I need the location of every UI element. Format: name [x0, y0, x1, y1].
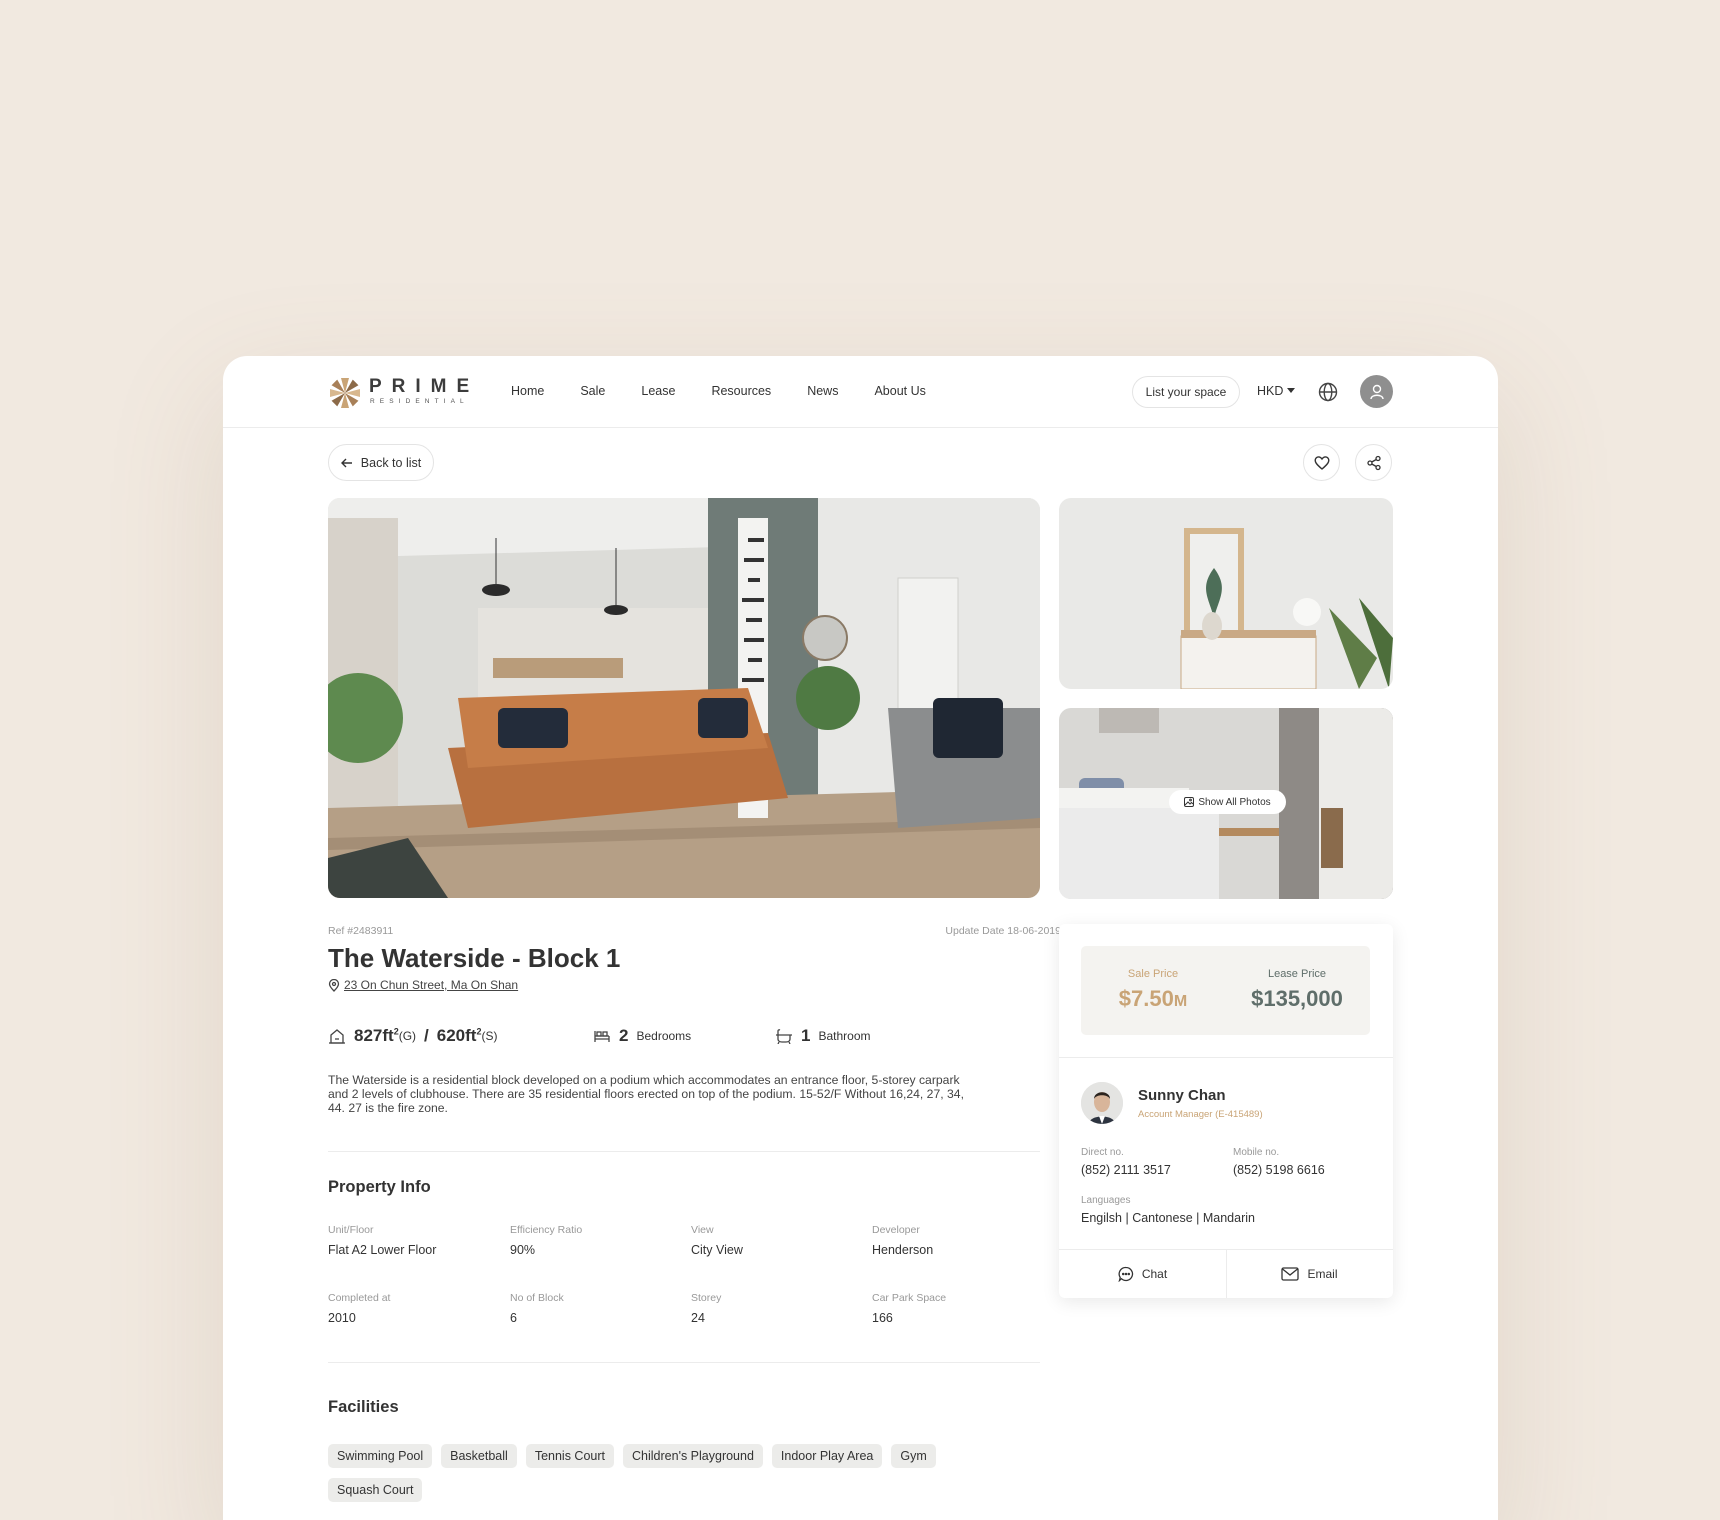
info-view: View City View: [691, 1224, 743, 1257]
logo-subtitle: RESIDENTIAL: [370, 398, 469, 405]
bathrooms-label: Bathroom: [818, 1029, 871, 1043]
facilities-heading: Facilities: [328, 1398, 399, 1416]
area-icon: [329, 1029, 345, 1044]
nav-item-resources[interactable]: Resources: [711, 384, 771, 398]
facility-tag: Indoor Play Area: [771, 1444, 883, 1468]
area-gross-unit: (G): [398, 1029, 417, 1043]
property-info-heading: Property Info: [328, 1178, 431, 1196]
caret-down-icon: [1287, 388, 1296, 393]
area-stat: 827ft2 (G) / 620ft2 (S): [328, 1026, 497, 1046]
card-divider: [1059, 1057, 1393, 1058]
area-separator: /: [424, 1026, 429, 1045]
property-address[interactable]: 23 On Chun Street, Ma On Shan: [328, 978, 518, 992]
lease-price: Lease Price $135,000: [1251, 968, 1343, 1011]
photo-sideboard[interactable]: [1059, 498, 1393, 689]
mobile-number: Mobile no. (852) 5198 6616: [1233, 1147, 1325, 1177]
address-link[interactable]: 23 On Chun Street, Ma On Shan: [344, 978, 518, 992]
info-unit-floor: Unit/Floor Flat A2 Lower Floor: [328, 1224, 437, 1257]
share-icon: [1366, 455, 1381, 470]
section-divider: [328, 1362, 1040, 1363]
facility-tag: Squash Court: [328, 1478, 423, 1502]
share-button[interactable]: [1355, 444, 1392, 481]
direct-number: Direct no. (852) 2111 3517: [1081, 1147, 1171, 1177]
location-pin-icon: [328, 978, 340, 992]
facility-tag: Children's Playground: [623, 1444, 763, 1468]
envelope-icon: [1281, 1266, 1300, 1281]
area-saleable-unit: (S): [481, 1029, 498, 1043]
facility-tag: Gym: [891, 1444, 936, 1468]
nav-item-lease[interactable]: Lease: [641, 384, 675, 398]
property-description: The Waterside is a residential block dev…: [328, 1073, 964, 1115]
main-photo-living-room[interactable]: [328, 498, 1040, 898]
bedrooms-label: Bedrooms: [636, 1029, 692, 1043]
facilities-list: Swimming Pool Basketball Tennis Court Ch…: [328, 1444, 968, 1502]
info-storey: Storey 24: [691, 1292, 722, 1325]
arrow-left-icon: [340, 458, 352, 467]
contact-card: Sale Price $7.50M Lease Price $135,000 S…: [1059, 924, 1393, 1298]
heart-icon: [1314, 456, 1329, 470]
info-completed-at: Completed at 2010: [328, 1292, 391, 1325]
top-navbar: PRIME RESIDENTIAL Home Sale Lease Resour…: [223, 356, 1498, 428]
nav-item-home[interactable]: Home: [511, 384, 544, 398]
email-label: Email: [1307, 1266, 1338, 1281]
show-all-photos-button[interactable]: Show All Photos: [1169, 790, 1286, 814]
info-no-of-block: No of Block 6: [510, 1292, 564, 1325]
bed-icon: [594, 1031, 610, 1042]
chat-button[interactable]: Chat: [1059, 1249, 1226, 1298]
bedrooms-stat: 2 Bedrooms: [593, 1026, 691, 1046]
facility-tag: Tennis Court: [525, 1444, 615, 1468]
brand-logo[interactable]: PRIME RESIDENTIAL: [328, 376, 469, 410]
back-to-list-button[interactable]: Back to list: [328, 444, 434, 481]
facility-tag: Basketball: [441, 1444, 517, 1468]
bedrooms-count: 2: [619, 1026, 629, 1045]
image-icon: [1184, 797, 1195, 807]
property-title: The Waterside - Block 1: [328, 943, 621, 973]
main-nav: Home Sale Lease Resources News About Us: [511, 384, 926, 398]
language-globe-icon[interactable]: [1316, 380, 1340, 404]
property-ref: Ref #2483911: [328, 925, 394, 937]
show-all-photos-label: Show All Photos: [1198, 796, 1271, 808]
currency-value: HKD: [1257, 384, 1284, 398]
page-frame: PRIME RESIDENTIAL Home Sale Lease Resour…: [223, 356, 1498, 1520]
logo-wordmark: PRIME: [369, 376, 480, 397]
section-divider: [328, 1151, 1040, 1152]
agent-role: Account Manager (E-415489): [1138, 1109, 1263, 1120]
user-avatar-button[interactable]: [1360, 375, 1393, 408]
chat-label: Chat: [1141, 1266, 1168, 1281]
update-date: Update Date 18-06-2019: [945, 925, 1061, 937]
photo-bedroom[interactable]: Show All Photos: [1059, 708, 1393, 899]
back-to-list-label: Back to list: [360, 455, 422, 470]
agent-languages: Languages Engilsh | Cantonese | Mandarin: [1081, 1195, 1255, 1225]
facility-tag: Swimming Pool: [328, 1444, 433, 1468]
price-box: Sale Price $7.50M Lease Price $135,000: [1081, 946, 1370, 1035]
bathtub-icon: [776, 1029, 792, 1044]
area-saleable: 620ft2: [436, 1026, 482, 1045]
nav-item-news[interactable]: News: [807, 384, 838, 398]
logo-mark-icon: [330, 378, 360, 408]
bathrooms-count: 1: [801, 1026, 811, 1045]
info-efficiency-ratio: Efficiency Ratio 90%: [510, 1224, 583, 1257]
agent-name: Sunny Chan: [1138, 1087, 1226, 1104]
nav-item-sale[interactable]: Sale: [580, 384, 605, 398]
agent-avatar: [1081, 1082, 1123, 1124]
info-developer: Developer Henderson: [872, 1224, 934, 1257]
user-icon: [1369, 384, 1384, 399]
chat-bubble-icon: [1118, 1266, 1133, 1282]
list-your-space-button[interactable]: List your space: [1132, 376, 1240, 408]
nav-item-about-us[interactable]: About Us: [874, 384, 925, 398]
favorite-button[interactable]: [1303, 444, 1340, 481]
sale-price: Sale Price $7.50M: [1118, 968, 1188, 1011]
bathrooms-stat: 1 Bathroom: [775, 1026, 871, 1046]
email-button[interactable]: Email: [1226, 1249, 1393, 1298]
currency-selector[interactable]: HKD: [1257, 384, 1296, 398]
info-car-park-space: Car Park Space 166: [872, 1292, 947, 1325]
area-gross: 827ft2: [354, 1026, 399, 1045]
